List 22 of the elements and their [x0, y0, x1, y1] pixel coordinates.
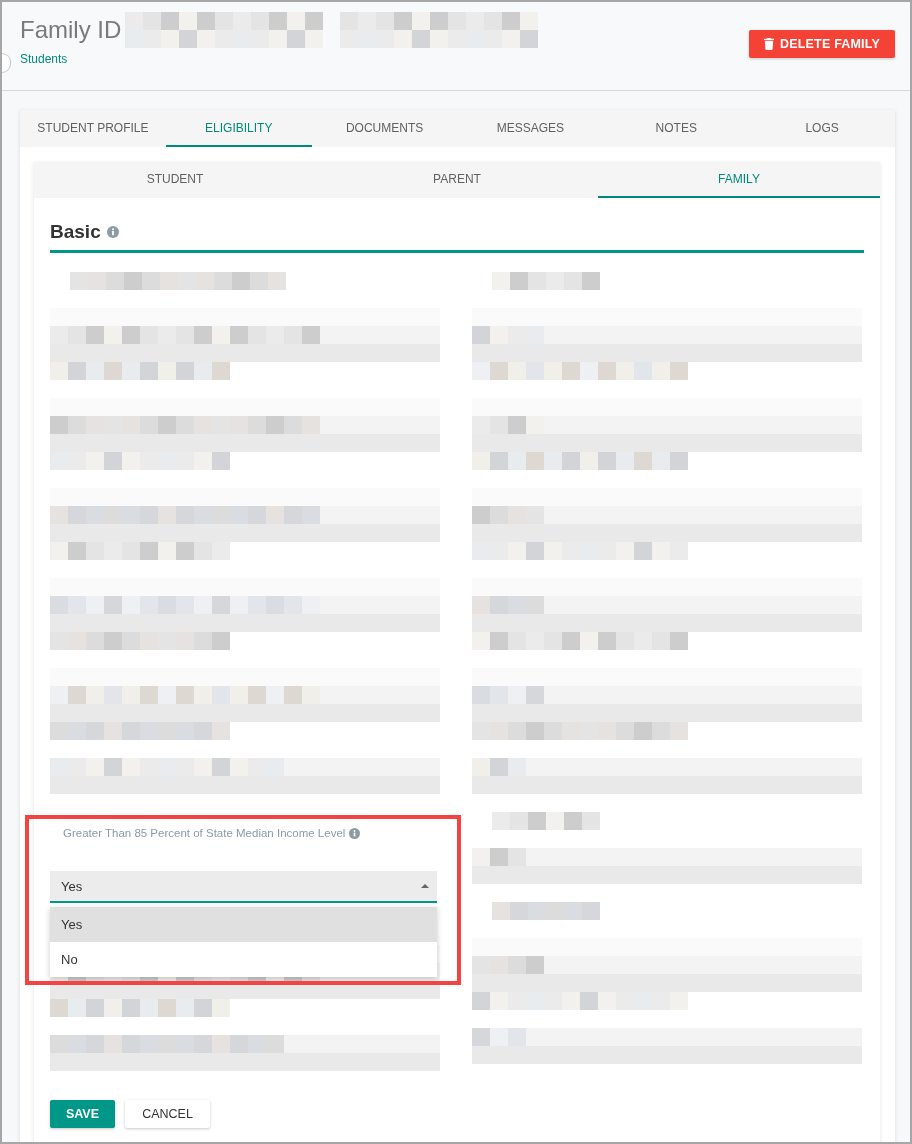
trash-icon: [763, 38, 774, 50]
tab[interactable]: PARENT: [316, 162, 598, 198]
tab[interactable]: NOTES: [603, 110, 750, 147]
section-title: Basic: [50, 220, 101, 244]
select-field[interactable]: Yes: [50, 871, 437, 903]
dropdown-option[interactable]: Yes: [50, 907, 437, 942]
tab[interactable]: STUDENT PROFILE: [20, 110, 166, 147]
save-button[interactable]: SAVE: [50, 1100, 115, 1128]
tab[interactable]: MESSAGES: [457, 110, 604, 147]
caret-icon: [421, 884, 429, 888]
field-label: Greater Than 85 Percent of State Median Income Level: [63, 826, 346, 841]
sidebar-toggle-button[interactable]: [2, 53, 11, 73]
breadcrumb-link[interactable]: Students: [20, 52, 68, 66]
cancel-button[interactable]: CANCEL: [125, 1100, 210, 1128]
tab[interactable]: ELIGIBILITY: [165, 110, 312, 147]
tab[interactable]: STUDENT: [34, 162, 316, 198]
page-title: Family ID: [20, 16, 122, 44]
delete-family-button[interactable]: DELETE FAMILY: [749, 30, 895, 58]
dropdown-option[interactable]: No: [50, 942, 437, 977]
tab[interactable]: LOGS: [749, 110, 895, 147]
tab[interactable]: DOCUMENTS: [311, 110, 458, 147]
tab[interactable]: FAMILY: [598, 162, 880, 198]
